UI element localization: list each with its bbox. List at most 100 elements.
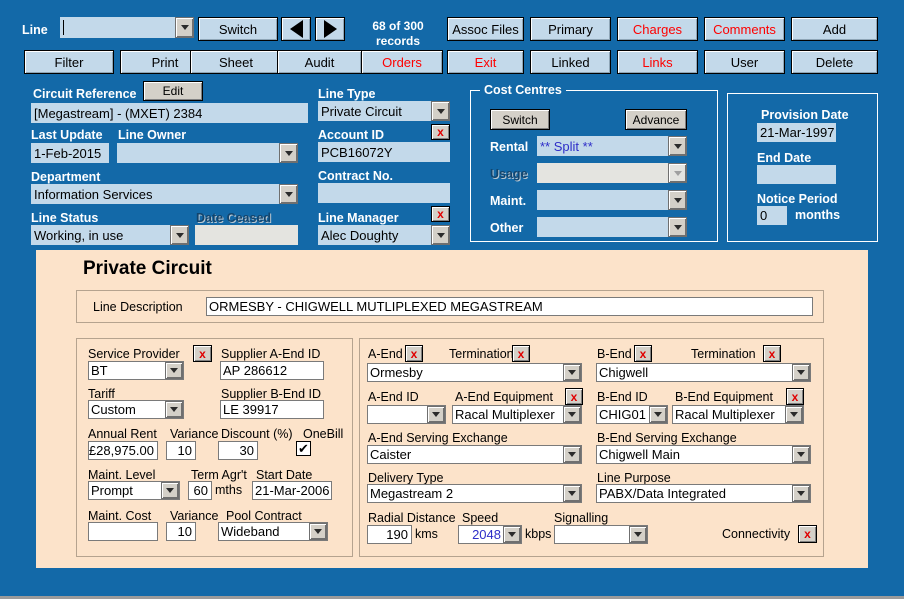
radial-distance-input[interactable]: 190 [367,525,412,544]
chevron-down-icon[interactable] [175,17,194,38]
last-update-input[interactable]: 1-Feb-2015 [31,143,109,163]
orders-button[interactable]: Orders [361,50,443,74]
chevron-down-icon[interactable] [503,526,521,543]
supplier-a-end-input[interactable]: AP 286612 [220,361,324,380]
chevron-down-icon[interactable] [792,364,810,381]
chevron-down-icon[interactable] [563,446,581,463]
chevron-down-icon[interactable] [563,364,581,381]
variance-pool-input[interactable]: 10 [166,522,196,541]
contract-no-input[interactable] [318,183,450,203]
chevron-down-icon[interactable] [629,526,647,543]
add-button[interactable]: Add [791,17,878,41]
signalling-select[interactable] [554,525,648,544]
cost-centres-switch-button[interactable]: Switch [490,109,550,130]
pool-contract-select[interactable]: Wideband [218,522,328,541]
department-select[interactable]: Information Services [31,184,298,204]
b-end-id-select[interactable]: CHIG01 [596,405,668,424]
end-date-input[interactable] [757,165,836,184]
clear-b-end-equipment-button[interactable]: x [786,388,804,405]
user-button[interactable]: User [704,50,785,74]
line-manager-select[interactable]: Alec Doughty [318,225,450,245]
chevron-down-icon[interactable] [792,485,810,502]
b-end-select[interactable]: Chigwell [596,363,811,382]
line-input[interactable] [60,17,194,38]
line-status-select[interactable]: Working, in use [31,225,189,245]
assoc-files-button[interactable]: Assoc Files [447,17,524,41]
service-provider-select[interactable]: BT [88,361,184,380]
circuit-reference-input[interactable]: [Megastream] - (MXET) 2384 [31,103,308,123]
a-end-id-select[interactable] [367,405,446,424]
clear-account-id-button[interactable]: x [431,124,450,140]
speed-select[interactable]: 2048 [458,525,522,544]
tariff-select[interactable]: Custom [88,400,184,419]
sheet-button[interactable]: Sheet [190,50,282,74]
chevron-down-icon[interactable] [563,485,581,502]
start-date-input[interactable]: 21-Mar-2006 [252,481,332,500]
b-end-equipment-select[interactable]: Racal Multiplexer [672,405,804,424]
next-record-button[interactable] [315,17,345,41]
chevron-down-icon[interactable] [309,523,327,540]
usage-select[interactable] [537,163,687,183]
a-end-equipment-select[interactable]: Racal Multiplexer [452,405,582,424]
chevron-down-icon[interactable] [649,406,667,423]
a-end-select[interactable]: Ormesby [367,363,582,382]
chevron-down-icon[interactable] [161,482,179,499]
cost-centres-advance-button[interactable]: Advance [625,109,687,130]
provision-date-input[interactable]: 21-Mar-1997 [757,123,836,142]
account-id-input[interactable]: PCB16072Y [318,142,450,162]
edit-button[interactable]: Edit [143,81,203,101]
chevron-down-icon[interactable] [668,136,687,156]
prev-record-button[interactable] [281,17,311,41]
chevron-down-icon[interactable] [427,406,445,423]
clear-a-end-button[interactable]: x [405,345,423,362]
maint-level-select[interactable]: Prompt [88,481,180,500]
delete-button[interactable]: Delete [791,50,878,74]
line-description-input[interactable]: ORMESBY - CHIGWELL MUTLIPLEXED MEGASTREA… [206,297,813,316]
maint-cost-input[interactable] [88,522,158,541]
b-end-exchange-select[interactable]: Chigwell Main [596,445,811,464]
delivery-type-select[interactable]: Megastream 2 [367,484,582,503]
clear-b-end-termination-button[interactable]: x [763,345,781,362]
clear-b-end-button[interactable]: x [634,345,652,362]
clear-a-end-termination-button[interactable]: x [512,345,530,362]
notice-period-input[interactable]: 0 [757,206,787,225]
variance-input[interactable]: 10 [166,441,196,460]
clear-a-end-equipment-button[interactable]: x [565,388,583,405]
maint-select[interactable] [537,190,687,210]
line-owner-select[interactable] [117,143,298,163]
links-button[interactable]: Links [617,50,698,74]
annual-rent-input[interactable]: £28,975.00 [88,441,158,460]
primary-button[interactable]: Primary [530,17,611,41]
chevron-down-icon[interactable] [431,101,450,121]
chevron-down-icon[interactable] [668,217,687,237]
date-ceased-input[interactable] [195,225,298,245]
clear-line-manager-button[interactable]: x [431,206,450,222]
chevron-down-icon[interactable] [431,225,450,245]
supplier-b-end-input[interactable]: LE 39917 [220,400,324,419]
switch-button[interactable]: Switch [198,17,278,41]
chevron-down-icon[interactable] [563,406,581,423]
filter-button[interactable]: Filter [24,50,114,74]
charges-button[interactable]: Charges [617,17,698,41]
chevron-down-icon[interactable] [792,446,810,463]
chevron-down-icon[interactable] [170,225,189,245]
chevron-down-icon[interactable] [279,184,298,204]
chevron-down-icon[interactable] [279,143,298,163]
comments-button[interactable]: Comments [704,17,785,41]
clear-connectivity-button[interactable]: x [798,525,817,543]
line-purpose-select[interactable]: PABX/Data Integrated [596,484,811,503]
chevron-down-icon[interactable] [165,362,183,379]
onebill-checkbox[interactable]: ✔ [296,441,311,456]
linked-button[interactable]: Linked [530,50,611,74]
clear-service-provider-button[interactable]: x [193,345,212,362]
discount-input[interactable]: 30 [218,441,258,460]
chevron-down-icon[interactable] [165,401,183,418]
rental-select[interactable]: ** Split ** [537,136,687,156]
chevron-down-icon[interactable] [785,406,803,423]
a-end-exchange-select[interactable]: Caister [367,445,582,464]
term-agrt-input[interactable]: 60 [188,481,212,500]
exit-button[interactable]: Exit [447,50,524,74]
other-select[interactable] [537,217,687,237]
audit-button[interactable]: Audit [277,50,362,74]
line-type-select[interactable]: Private Circuit [318,101,450,121]
